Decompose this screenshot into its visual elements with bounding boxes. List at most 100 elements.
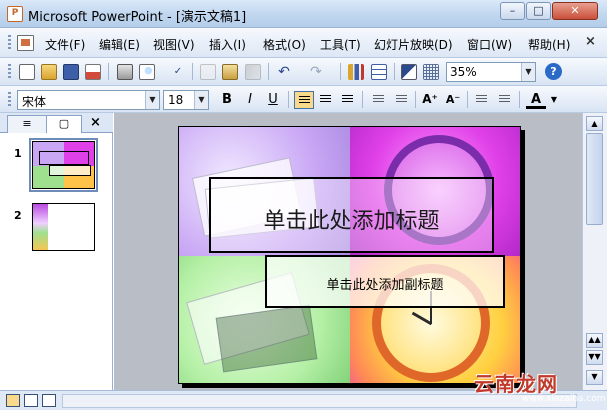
color-grayscale-icon[interactable]: [401, 64, 417, 80]
paper-stack: [215, 304, 318, 373]
separator: [108, 63, 109, 80]
font-select[interactable]: 宋体 ▼: [17, 90, 160, 110]
print-icon[interactable]: [117, 64, 133, 80]
align-right-button[interactable]: [338, 91, 358, 109]
decrease-indent-button[interactable]: [472, 91, 492, 109]
menu-file[interactable]: 文件(F): [45, 36, 85, 53]
watermark-logo: 云南龙网: [474, 372, 558, 396]
toolbar-grip[interactable]: [8, 64, 11, 79]
vertical-scrollbar[interactable]: ▲ ▲▲ ▼▼ ▼: [582, 113, 607, 390]
chevron-down-icon[interactable]: ▼: [194, 91, 208, 109]
close-icon[interactable]: ×: [90, 115, 101, 130]
separator: [192, 63, 193, 80]
tab-slides[interactable]: ▢: [46, 115, 82, 133]
slide-number: 1: [14, 147, 22, 160]
increase-font-button[interactable]: A⁺: [420, 91, 440, 109]
menu-bar: 文件(F) 编辑(E) 视图(V) 插入(I) 格式(O) 工具(T) 幻灯片放…: [0, 28, 607, 58]
window-title: Microsoft PowerPoint - [演示文稿1]: [28, 10, 247, 25]
formatting-toolbar: 宋体 ▼ 18 ▼ B I U A⁺ A⁻ A ▼: [0, 86, 607, 113]
scroll-thumb[interactable]: [586, 133, 603, 225]
align-left-button[interactable]: [294, 91, 314, 109]
chevron-down-icon[interactable]: ▼: [521, 63, 535, 81]
separator: [362, 91, 363, 108]
slide-canvas[interactable]: 单击此处添加标题 单击此处添加副标题: [178, 126, 521, 384]
separator: [467, 91, 468, 108]
bullets-icon: [396, 95, 407, 104]
spelling-icon[interactable]: ✓: [170, 64, 186, 80]
separator: [340, 63, 341, 80]
new-icon[interactable]: [19, 64, 35, 80]
slide-thumbnail-2[interactable]: [32, 203, 95, 251]
chevron-down-icon[interactable]: ▼: [544, 91, 564, 109]
subtitle-placeholder-text: 单击此处添加副标题: [326, 278, 444, 293]
cut-icon[interactable]: [200, 64, 216, 80]
separator: [268, 63, 269, 80]
menu-insert[interactable]: 插入(I): [209, 36, 246, 53]
scroll-up-button[interactable]: ▲: [586, 116, 603, 131]
open-icon[interactable]: [41, 64, 57, 80]
show-grid-icon[interactable]: [423, 64, 439, 80]
align-center-button[interactable]: [316, 91, 336, 109]
separator: [288, 91, 289, 108]
decrease-indent-icon: [476, 95, 487, 104]
next-slide-button[interactable]: ▼▼: [586, 350, 603, 365]
bullets-button[interactable]: [392, 91, 412, 109]
standard-toolbar: ✓ ↶ ↷ 35% ▼ ?: [0, 58, 607, 86]
underline-button[interactable]: U: [263, 91, 283, 109]
zoom-value: 35%: [450, 65, 477, 79]
menu-slideshow[interactable]: 幻灯片放映(D): [374, 36, 453, 53]
font-size-value: 18: [168, 93, 184, 107]
document-icon[interactable]: [17, 35, 34, 51]
help-icon[interactable]: ?: [545, 63, 562, 80]
tab-outline[interactable]: ≡: [7, 115, 47, 133]
save-icon[interactable]: [63, 64, 79, 80]
close-button[interactable]: ✕: [552, 2, 598, 20]
close-document-icon[interactable]: ×: [585, 34, 596, 49]
scroll-down-button[interactable]: ▼: [586, 370, 603, 385]
menu-help[interactable]: 帮助(H): [528, 36, 570, 53]
maximize-button[interactable]: □: [526, 2, 551, 20]
slide-editor[interactable]: 单击此处添加标题 单击此处添加副标题: [114, 113, 582, 390]
insert-chart-icon[interactable]: [348, 64, 364, 80]
numbering-button[interactable]: [369, 91, 389, 109]
font-value: 宋体: [22, 95, 47, 109]
title-placeholder[interactable]: 单击此处添加标题: [209, 177, 494, 253]
normal-view-icon[interactable]: [6, 394, 20, 407]
italic-button[interactable]: I: [240, 91, 260, 109]
align-right-icon: [342, 95, 353, 104]
separator: [519, 91, 520, 108]
menu-tools[interactable]: 工具(T): [320, 36, 361, 53]
slideshow-view-icon[interactable]: [42, 394, 56, 407]
thumb-subtitle-box: [49, 165, 91, 176]
permission-icon[interactable]: [85, 64, 101, 80]
format-painter-icon[interactable]: [245, 64, 261, 80]
copy-icon[interactable]: [222, 64, 238, 80]
chevron-down-icon[interactable]: ▼: [145, 91, 159, 109]
decrease-font-button[interactable]: A⁻: [443, 91, 463, 109]
menu-window[interactable]: 窗口(W): [467, 36, 512, 53]
slide-thumbnail-1[interactable]: [29, 138, 98, 192]
increase-indent-icon: [499, 95, 510, 104]
print-preview-icon[interactable]: [139, 64, 155, 80]
toolbar-grip[interactable]: [8, 92, 11, 107]
numbering-icon: [373, 95, 384, 104]
subtitle-placeholder[interactable]: 单击此处添加副标题: [265, 255, 505, 308]
undo-icon[interactable]: ↶: [276, 64, 292, 80]
increase-indent-button[interactable]: [495, 91, 515, 109]
menu-edit[interactable]: 编辑(E): [99, 36, 140, 53]
minimize-button[interactable]: –: [500, 2, 525, 20]
bold-button[interactable]: B: [217, 91, 237, 109]
font-size-select[interactable]: 18 ▼: [163, 90, 209, 110]
menu-format[interactable]: 格式(O): [263, 36, 306, 53]
font-color-button[interactable]: A: [526, 91, 546, 109]
powerpoint-app-icon[interactable]: P: [7, 6, 23, 22]
separator: [394, 63, 395, 80]
toolbar-grip[interactable]: [8, 35, 11, 51]
menu-view[interactable]: 视图(V): [153, 36, 195, 53]
slide-sorter-view-icon[interactable]: [24, 394, 38, 407]
insert-table-icon[interactable]: [371, 64, 387, 80]
redo-icon[interactable]: ↷: [308, 64, 324, 80]
zoom-select[interactable]: 35% ▼: [446, 62, 536, 82]
thumb-title-box: [39, 151, 89, 165]
previous-slide-button[interactable]: ▲▲: [586, 333, 603, 348]
